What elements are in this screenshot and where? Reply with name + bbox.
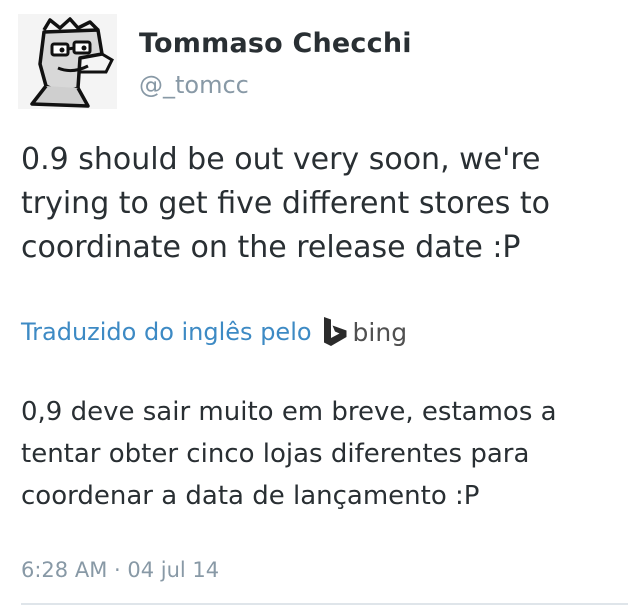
- tweet-text: 0.9 should be out very soon, we're tryin…: [21, 142, 550, 265]
- bing-logo: bing: [322, 316, 408, 348]
- translation-credit-label: Traduzido do inglês pelo: [21, 318, 312, 346]
- translation-credit[interactable]: Traduzido do inglês pelo bing: [21, 314, 407, 350]
- divider: [21, 603, 628, 605]
- cartoon-mascot-icon: [18, 14, 117, 109]
- author-display-name[interactable]: Tommaso Checchi: [139, 28, 412, 59]
- translated-text: 0,9 deve sair muito em breve, estamos a …: [21, 397, 557, 511]
- avatar[interactable]: [18, 14, 117, 109]
- bing-wordmark: bing: [352, 317, 408, 347]
- timestamp[interactable]: 6:28 AM · 04 jul 14: [21, 558, 219, 582]
- tweet-card: Tommaso Checchi @_tomcc 0.9 should be ou…: [0, 0, 640, 610]
- author-handle[interactable]: @_tomcc: [139, 71, 249, 99]
- bing-logo-icon: [323, 317, 347, 346]
